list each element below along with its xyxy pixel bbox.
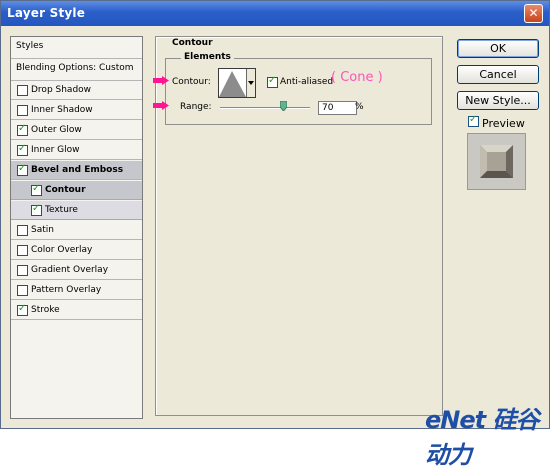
styles-header-label: Styles <box>16 41 44 51</box>
checkbox[interactable] <box>17 105 28 116</box>
styles-list: Styles Blending Options: Custom Drop Sha… <box>10 36 143 419</box>
style-item-label: Contour <box>45 185 86 195</box>
checkbox[interactable] <box>17 85 28 96</box>
checkbox[interactable] <box>17 245 28 256</box>
range-slider-track[interactable] <box>220 107 310 109</box>
checkbox[interactable] <box>17 143 28 156</box>
ok-button[interactable]: OK <box>457 39 539 58</box>
close-icon[interactable]: ✕ <box>524 4 543 23</box>
style-item-satin[interactable]: Satin <box>11 221 142 240</box>
style-item-label: Drop Shadow <box>31 85 92 95</box>
style-preview-thumbnail <box>467 133 526 190</box>
preview-checkbox[interactable] <box>468 114 479 127</box>
style-item-drop-shadow[interactable]: Drop Shadow <box>11 81 142 100</box>
checkbox[interactable] <box>17 163 28 176</box>
anti-aliased-label: Anti-aliased <box>280 77 334 87</box>
chevron-down-icon[interactable] <box>246 69 255 97</box>
style-item-label: Pattern Overlay <box>31 285 102 295</box>
pointer-arrow-icon <box>153 101 169 110</box>
style-item-texture[interactable]: Texture <box>11 201 142 220</box>
new-style-button[interactable]: New Style... <box>457 91 539 110</box>
style-item-inner-shadow[interactable]: Inner Shadow <box>11 101 142 120</box>
style-item-contour[interactable]: Contour <box>11 181 142 200</box>
enet-watermark: eNet 硅谷动力 <box>425 406 539 469</box>
title-bar: Layer Style ✕ <box>1 1 549 26</box>
pointer-arrow-icon <box>153 76 169 85</box>
styles-header[interactable]: Styles <box>11 37 142 59</box>
style-item-bevel-and-emboss[interactable]: Bevel and Emboss <box>11 161 142 180</box>
style-item-outer-glow[interactable]: Outer Glow <box>11 121 142 140</box>
cone-contour-icon <box>219 71 246 97</box>
elements-group-title: Elements <box>181 52 234 62</box>
style-item-stroke[interactable]: Stroke <box>11 301 142 320</box>
range-label: Range: <box>180 102 212 112</box>
range-slider-thumb[interactable] <box>280 101 287 111</box>
style-item-color-overlay[interactable]: Color Overlay <box>11 241 142 260</box>
cancel-button[interactable]: Cancel <box>457 65 539 84</box>
checkbox[interactable] <box>17 265 28 276</box>
style-item-label: Inner Shadow <box>31 105 93 115</box>
cone-annotation: ( Cone ) <box>331 70 383 85</box>
window-title: Layer Style <box>7 6 86 20</box>
section-title: Contour <box>172 38 213 48</box>
style-item-inner-glow[interactable]: Inner Glow <box>11 141 142 160</box>
style-item-pattern-overlay[interactable]: Pattern Overlay <box>11 281 142 300</box>
style-item-label: Satin <box>31 225 54 235</box>
style-item-label: Inner Glow <box>31 145 80 155</box>
checkbox[interactable] <box>17 123 28 136</box>
style-item-label: Gradient Overlay <box>31 265 109 275</box>
style-item-label: Stroke <box>31 305 60 315</box>
range-input[interactable]: 70 <box>318 101 357 115</box>
contour-label: Contour: <box>172 77 211 87</box>
anti-aliased-checkbox[interactable] <box>267 75 278 88</box>
style-item-label: Texture <box>45 205 78 215</box>
preview-label: Preview <box>482 117 525 130</box>
checkbox[interactable] <box>17 285 28 296</box>
checkbox[interactable] <box>31 203 42 216</box>
range-unit: % <box>355 102 364 112</box>
contour-picker[interactable] <box>218 68 256 98</box>
style-item-label: Outer Glow <box>31 125 82 135</box>
style-item-gradient-overlay[interactable]: Gradient Overlay <box>11 261 142 280</box>
checkbox[interactable] <box>17 303 28 316</box>
style-item-label: Color Overlay <box>31 245 93 255</box>
blending-options[interactable]: Blending Options: Custom <box>11 59 142 81</box>
elements-group <box>165 58 432 125</box>
checkbox[interactable] <box>17 225 28 236</box>
blending-options-label: Blending Options: Custom <box>16 63 134 73</box>
style-item-label: Bevel and Emboss <box>31 165 124 175</box>
bevel-preview-icon <box>480 145 513 178</box>
checkbox[interactable] <box>31 183 42 196</box>
